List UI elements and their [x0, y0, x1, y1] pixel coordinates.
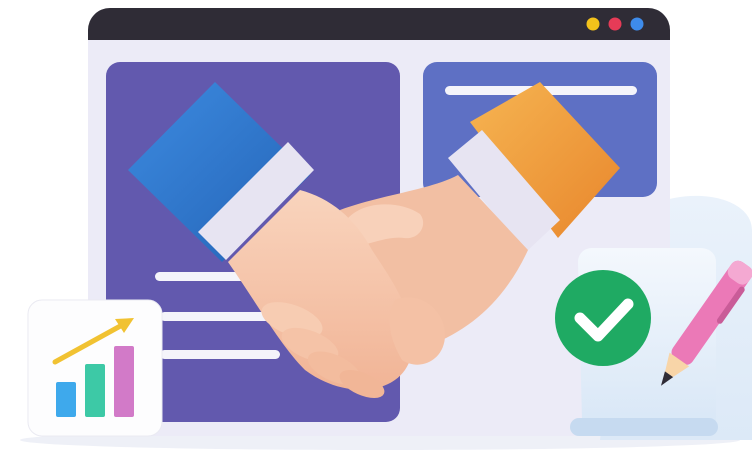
- left-panel-line-3: [160, 350, 280, 359]
- handshake-illustration: [0, 0, 752, 453]
- red-window-dot: [608, 17, 622, 31]
- check-badge: [555, 270, 651, 366]
- blue-window-dot: [630, 17, 644, 31]
- chart-bar-medium: [85, 364, 105, 417]
- yellow-window-dot: [586, 17, 600, 31]
- document-roll: [570, 418, 718, 436]
- bar-chart-icon: [27, 299, 163, 437]
- window-title-bar: [88, 8, 670, 40]
- chart-bar-short: [56, 382, 76, 417]
- left-panel-line-2: [160, 312, 270, 321]
- illustration-canvas: [20, 8, 752, 450]
- chart-bar-tall: [114, 346, 134, 417]
